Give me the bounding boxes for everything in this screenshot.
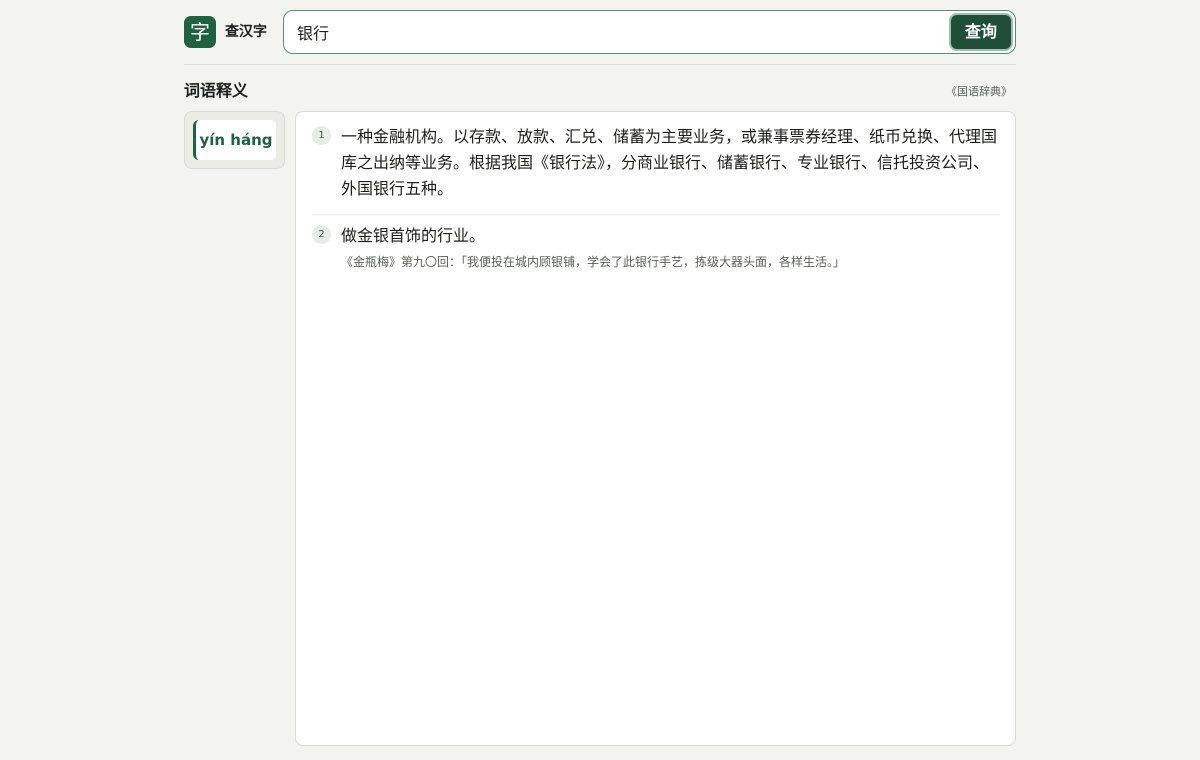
page: 字 查汉字 查询 词语释义 《国语辞典》 yín háng 1 一种金融机构。以… [0, 0, 1200, 760]
definition-number-badge: 2 [312, 225, 331, 244]
pinyin-tab-active[interactable]: yín háng [193, 120, 276, 160]
definition-text: 一种金融机构。以存款、放款、汇兑、储蓄为主要业务，或兼事票券经理、纸币兑换、代理… [341, 127, 998, 198]
dictionary-source: 《国语辞典》 [946, 85, 1012, 98]
search-button[interactable]: 查询 [949, 13, 1013, 51]
logo-icon[interactable]: 字 [184, 16, 216, 48]
definitions-card: 1 一种金融机构。以存款、放款、汇兑、储蓄为主要业务，或兼事票券经理、纸币兑换、… [295, 111, 1016, 746]
header: 字 查汉字 查询 [184, 10, 1016, 54]
definition-text: 做金银首饰的行业。 [341, 226, 486, 245]
search-box: 查询 [283, 10, 1016, 54]
section-title: 词语释义 [184, 81, 249, 100]
search-input[interactable] [297, 20, 937, 44]
pinyin-panel: yín háng [184, 111, 285, 169]
definition-example: 《金瓶梅》第九〇回：「我便投在城内顾银铺，学会了此银行手艺，拣级大器头面，各样生… [341, 255, 846, 269]
definition-divider [312, 214, 1000, 215]
header-divider [184, 64, 1016, 65]
brand-name[interactable]: 查汉字 [225, 22, 267, 42]
definition-number-badge: 1 [312, 126, 331, 145]
